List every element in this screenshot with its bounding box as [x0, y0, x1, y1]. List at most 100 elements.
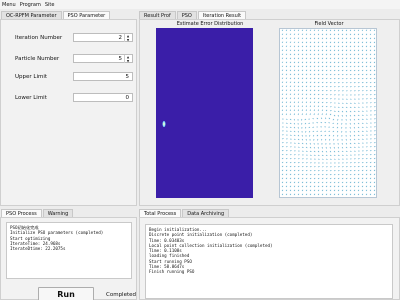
stepper-down-icon[interactable]: ▼ [124, 59, 131, 63]
field-vector-arrow [305, 185, 308, 188]
field-vector-arrow [365, 154, 368, 156]
field-vector-arrow [337, 110, 340, 113]
field-vector-arrow [281, 77, 284, 80]
field-vector-arrow [353, 77, 356, 80]
tab-pso-parameter[interactable]: PSO Parameter [62, 11, 111, 19]
iteration-number-stepper[interactable]: 2 ▲ ▼ [73, 33, 133, 42]
field-vector-arrow [329, 113, 332, 116]
menu-item-program[interactable]: Program [20, 2, 41, 8]
tab-oc-rpfm-parameter[interactable]: OC-RPFM Parameter [1, 11, 62, 19]
field-vector-arrow [325, 33, 328, 36]
field-vector-arrow [301, 29, 304, 32]
field-vector-arrow [316, 130, 319, 132]
tab-pso-process[interactable]: PSO Process [1, 209, 42, 217]
field-vector-arrow [336, 122, 339, 125]
field-vector-arrow [305, 81, 308, 84]
field-vector-arrow [349, 77, 352, 80]
field-vector-arrow [353, 41, 356, 44]
tab-iteration-result[interactable]: Iteration Result [197, 11, 247, 19]
field-vector-arrow [353, 126, 356, 129]
field-vector-arrow [293, 45, 296, 48]
field-vector-arrow [317, 41, 320, 44]
field-vector-arrow [309, 146, 312, 149]
field-vector-arrow [289, 33, 292, 36]
field-vector-arrow [297, 162, 300, 164]
field-vector-arrow [324, 138, 327, 141]
field-vector-arrow [333, 73, 336, 76]
field-vector-arrow [349, 138, 352, 141]
field-vector-arrow [320, 121, 323, 124]
field-vector-arrow [305, 41, 308, 44]
field-vector-arrow [309, 49, 312, 52]
field-vector-arrow [305, 101, 308, 104]
field-vector-arrow [361, 130, 364, 132]
field-vector-arrow [353, 29, 356, 32]
menu-item-menu[interactable]: Menu [2, 2, 16, 8]
field-vector-arrow [289, 165, 292, 168]
menu-item-site[interactable]: Site [45, 2, 55, 8]
tab-total-process[interactable]: Total Process [139, 209, 182, 217]
field-vector-arrow [313, 150, 316, 153]
field-vector-arrow [305, 193, 308, 196]
field-vector-arrow [309, 169, 312, 172]
field-vector-arrow [365, 90, 368, 92]
field-vector-arrow [305, 49, 308, 52]
lower-limit-input[interactable]: 0 [73, 93, 133, 102]
field-vector-arrow [321, 154, 324, 157]
field-vector-arrow [325, 193, 328, 196]
field-vector-arrow [365, 57, 368, 60]
field-vector-arrow [321, 33, 324, 36]
field-vector-arrow [325, 89, 328, 92]
field-vector-arrow [285, 150, 288, 152]
field-vector-arrow [337, 49, 340, 52]
field-vector-arrow [309, 37, 312, 40]
field-vector-arrow [321, 173, 324, 176]
field-vector-arrow [349, 118, 351, 121]
field-vector-arrow [349, 29, 352, 32]
field-vector-arrow [285, 81, 288, 84]
tab-warning[interactable]: Warning [42, 209, 74, 217]
stepper-down-icon[interactable]: ▼ [124, 38, 131, 42]
field-vector-arrow [345, 193, 348, 196]
field-vector-arrow [369, 173, 372, 176]
field-vector-arrow [345, 49, 348, 52]
tab-pso[interactable]: PSO [176, 11, 197, 19]
field-vector-arrow [373, 98, 376, 100]
field-vector-arrow [361, 173, 364, 176]
field-vector-arrow [293, 169, 296, 172]
particle-number-stepper[interactable]: 5 ▲ ▼ [73, 54, 133, 63]
field-vector-arrow [337, 53, 340, 56]
tab-result-prof[interactable]: Result Prof [139, 11, 176, 19]
field-vector-arrow [297, 61, 300, 64]
field-vector-arrow [297, 93, 300, 96]
field-vector-arrow [289, 118, 292, 121]
field-vector-arrow [301, 61, 304, 64]
field-vector-arrow [373, 146, 376, 148]
field-vector-arrow [301, 41, 304, 44]
field-vector-arrow [369, 153, 372, 156]
field-vector-arrow [281, 73, 284, 76]
field-vector-arrow [309, 97, 312, 100]
field-vector-arrow [301, 37, 304, 40]
run-button[interactable]: Run [38, 287, 94, 300]
field-vector-arrow [373, 53, 376, 56]
field-vector-arrow [321, 65, 324, 68]
field-vector-arrow [357, 65, 360, 68]
field-vector-arrow [325, 45, 328, 48]
field-vector-arrow [333, 154, 336, 157]
upper-limit-input[interactable]: 5 [73, 72, 133, 81]
field-vector-arrow [353, 114, 356, 117]
field-vector-arrow [341, 41, 344, 44]
field-vector-arrow [345, 106, 348, 109]
field-vector-arrow [312, 130, 315, 133]
field-vector-arrow [365, 33, 368, 36]
field-vector-arrow [349, 73, 352, 76]
field-vector-arrow [289, 69, 292, 72]
field-vector-arrow [345, 142, 348, 145]
tab-data-archiving[interactable]: Data Archiving [182, 209, 230, 217]
field-vector-arrow [353, 193, 356, 196]
field-vector-arrow [345, 110, 348, 113]
field-vector-arrow [325, 29, 328, 32]
iteration-number-label: Iteration Number [15, 34, 63, 41]
field-vector-arrow [329, 86, 332, 88]
